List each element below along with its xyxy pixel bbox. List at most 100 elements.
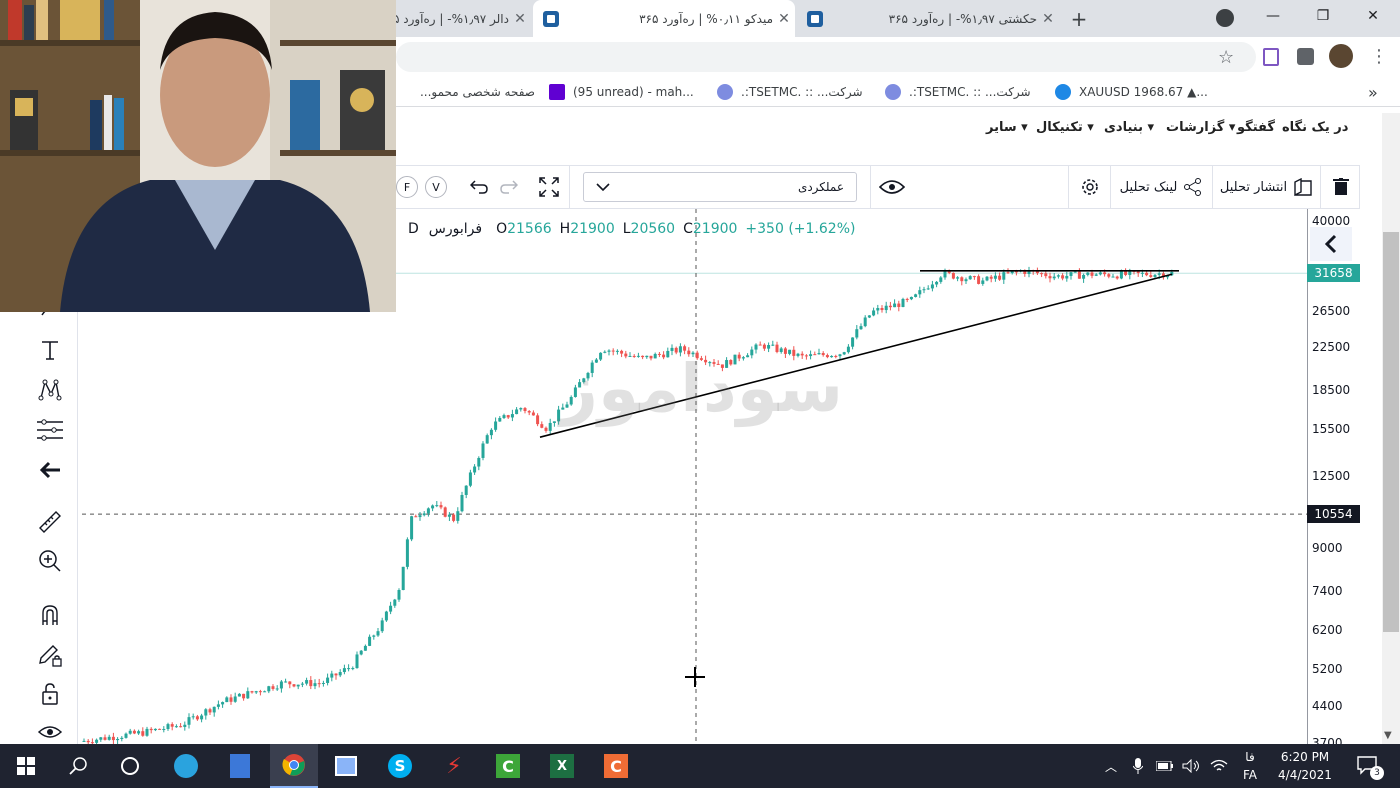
candle-body — [82, 740, 86, 742]
candle-body — [321, 682, 325, 684]
v-toggle-button[interactable]: V — [425, 176, 447, 198]
calculator-app[interactable] — [216, 744, 264, 788]
tab-close-icon[interactable]: ✕ — [1037, 11, 1059, 27]
clock[interactable]: 6:20 PM 4/4/2021 — [1270, 744, 1340, 788]
scroll-down-arrow-icon[interactable]: ▼ — [1384, 730, 1392, 741]
maximize-button[interactable]: ❐ — [1300, 0, 1346, 32]
candle-body — [288, 681, 292, 685]
action-center-button[interactable]: 3 — [1350, 744, 1386, 788]
candle-body — [212, 706, 216, 713]
skype-app[interactable]: S — [376, 744, 424, 788]
trash-icon — [1332, 178, 1349, 195]
task-view-button[interactable] — [106, 744, 154, 788]
bookmark-xauusd[interactable]: XAUUSD 1968.67 ▲... — [1055, 77, 1208, 107]
candle-body — [103, 737, 107, 740]
candle-body — [531, 412, 535, 416]
candle-body — [1002, 272, 1006, 280]
candle-body — [506, 415, 510, 418]
new-tab-button[interactable]: + — [1064, 0, 1094, 37]
chrome-app[interactable] — [270, 744, 318, 788]
share-link-button[interactable]: لینک تحلیل — [1110, 166, 1212, 208]
candle-body — [292, 684, 296, 687]
language-indicator[interactable]: فا FA — [1236, 744, 1264, 788]
visibility-toggle-button[interactable] — [870, 166, 912, 208]
tab-hakashti[interactable]: حکشتی ۱٫۹۷%- | ره‌آورد ۳۶۵ ✕ — [797, 0, 1059, 37]
publish-analysis-button[interactable]: انتشار تحلیل — [1212, 166, 1320, 208]
camtasia-editor-app[interactable]: C — [592, 744, 640, 788]
delete-drawings-button[interactable] — [1320, 166, 1360, 208]
indicator-select[interactable]: عملکردی — [583, 172, 857, 202]
nav-reports[interactable]: ▾ گزارشات — [1166, 120, 1235, 135]
notification-count: 3 — [1370, 766, 1384, 780]
pdf-extension-icon[interactable] — [1263, 48, 1279, 66]
prediction-tool[interactable] — [22, 412, 78, 448]
candle-body — [351, 668, 355, 670]
bookmark-star-icon[interactable]: ☆ — [1218, 47, 1234, 68]
wifi-icon[interactable] — [1208, 744, 1230, 788]
zoom-in-icon — [39, 550, 61, 572]
candle-body — [536, 415, 540, 425]
remove-tool[interactable] — [22, 452, 78, 488]
minimize-button[interactable]: — — [1250, 0, 1296, 32]
bookmark-tsetmc-1[interactable]: شرکت... :: .TSETMC:. — [885, 77, 1031, 107]
flash-app[interactable]: ⚡ — [430, 744, 478, 788]
nav-other[interactable]: ▾ سایر — [986, 120, 1028, 135]
tab-midco[interactable]: میدکو ۰٫۱۱% | ره‌آورد ۳۶۵ ✕ — [533, 0, 795, 37]
battery-icon[interactable] — [1154, 744, 1176, 788]
nav-chat[interactable]: گفتگو — [1237, 120, 1275, 135]
candle-body — [368, 636, 372, 646]
lock-drawing-tool[interactable] — [22, 637, 78, 673]
tab-close-icon[interactable]: ✕ — [509, 11, 531, 27]
extensions-puzzle-icon[interactable] — [1297, 48, 1314, 65]
start-button[interactable] — [2, 744, 50, 788]
volume-icon[interactable] — [1180, 744, 1202, 788]
show-hidden-icons-button[interactable]: ︿ — [1100, 744, 1122, 788]
tab-dollar[interactable]: دالر ۱٫۹۷%- | ره‌آورد ۳۶۵ ✕ — [396, 0, 531, 37]
menu-icon[interactable]: ⋮ — [1370, 46, 1388, 67]
f-toggle-button[interactable]: F — [396, 176, 418, 198]
candle-body — [968, 276, 972, 280]
excel-app[interactable]: X — [538, 744, 586, 788]
search-icon — [69, 757, 87, 775]
candle-body — [174, 726, 178, 728]
candle-body — [502, 415, 506, 418]
price-axis-tick: 26500 — [1312, 304, 1351, 318]
nav-overview[interactable]: در یک نگاه — [1282, 120, 1348, 135]
zoom-tool[interactable] — [22, 543, 78, 579]
chart-settings-button[interactable] — [1068, 166, 1110, 208]
magnet-tool[interactable] — [22, 598, 78, 634]
scrollbar-thumb[interactable] — [1383, 232, 1399, 632]
telegram-app[interactable] — [162, 744, 210, 788]
collapse-panel-button[interactable] — [1310, 227, 1352, 261]
undo-button[interactable] — [464, 166, 494, 208]
image-viewer-app[interactable] — [322, 744, 370, 788]
tab-close-icon[interactable]: ✕ — [773, 11, 795, 27]
bookmark-tsetmc-2[interactable]: شرکت... :: .TSETMC:. — [717, 77, 863, 107]
bookmark-label: صفحه شخصی محمو... — [419, 85, 535, 99]
redo-button[interactable] — [494, 166, 524, 208]
nav-fundamental[interactable]: ▾ بنیادی — [1104, 120, 1154, 135]
skype-icon: S — [388, 754, 412, 778]
lock-all-tool[interactable] — [22, 676, 78, 712]
tab-search-icon[interactable] — [1216, 9, 1234, 27]
microphone-icon[interactable] — [1128, 744, 1148, 788]
yahoo-mail-icon — [549, 84, 565, 100]
profile-avatar[interactable] — [1329, 44, 1353, 68]
bookmarks-overflow-button[interactable]: » — [1368, 77, 1378, 107]
candle-body — [893, 303, 897, 308]
search-button[interactable] — [54, 744, 102, 788]
candle-body — [124, 733, 128, 738]
text-tool[interactable] — [22, 332, 78, 368]
bookmark-personal-page[interactable]: صفحه شخصی محمو... — [410, 77, 535, 107]
tab-title: میدکو ۰٫۱۱% | ره‌آورد ۳۶۵ — [639, 11, 773, 26]
pattern-tool[interactable] — [22, 372, 78, 408]
camtasia-recorder-app[interactable]: C — [484, 744, 532, 788]
fullscreen-button[interactable] — [528, 166, 570, 208]
bookmark-yahoo-mail[interactable]: (95 unread) - mah... — [549, 77, 694, 107]
close-button[interactable]: ✕ — [1350, 0, 1396, 32]
candle-body — [95, 739, 99, 743]
pattern-icon — [38, 379, 62, 401]
nav-technical[interactable]: ▾ تکنیکال — [1036, 120, 1094, 135]
address-bar[interactable] — [396, 42, 1256, 72]
ruler-tool[interactable] — [22, 504, 78, 540]
